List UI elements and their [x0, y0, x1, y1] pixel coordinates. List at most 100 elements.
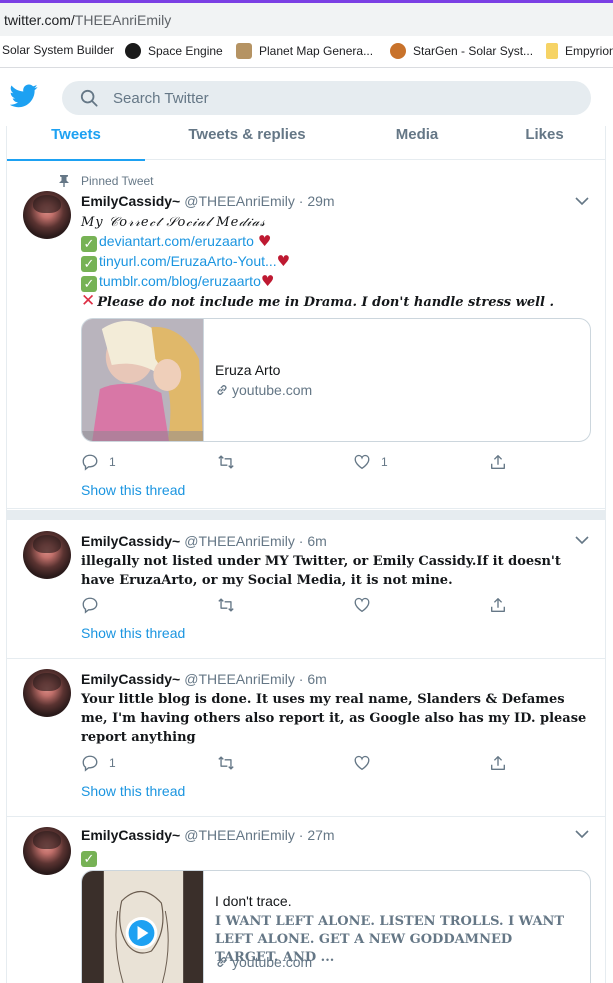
- tweet-timestamp[interactable]: · 6m: [299, 533, 327, 549]
- url-text[interactable]: twitter.com/THEEAnriEmily: [4, 12, 171, 28]
- tweet-actions: [81, 596, 521, 616]
- heart-icon: [354, 597, 370, 613]
- reply-count: 1: [109, 756, 116, 770]
- avatar[interactable]: [23, 191, 71, 239]
- user-handle[interactable]: @THEEAnriEmily: [184, 671, 295, 687]
- stargen-icon: [390, 43, 406, 59]
- avatar[interactable]: [23, 827, 71, 875]
- heart-icon: [354, 755, 370, 771]
- bookmark-label: Solar System Builder: [2, 43, 115, 57]
- heart-emoji-icon: ♥: [276, 252, 291, 270]
- tab-tweets-and-replies[interactable]: Tweets & replies: [167, 126, 327, 160]
- tweet[interactable]: EmilyCassidy~ @THEEAnriEmily · 6m illegal…: [7, 520, 605, 659]
- share-icon: [491, 598, 505, 612]
- tab-tweets[interactable]: Tweets: [7, 126, 145, 161]
- avatar[interactable]: [23, 531, 71, 579]
- tab-likes[interactable]: Likes: [497, 126, 592, 160]
- search-input[interactable]: [113, 81, 573, 115]
- share-button[interactable]: [489, 453, 507, 471]
- tweet-text: Your little blog is done. It uses my rea…: [81, 692, 587, 745]
- tweet-pinned[interactable]: Pinned Tweet EmilyCassidy~ @THEEAnriEmily…: [7, 161, 605, 509]
- retweet-button[interactable]: [217, 754, 235, 772]
- reply-icon: [82, 755, 98, 772]
- tweet-header: EmilyCassidy~ @THEEAnriEmily · 27m: [81, 827, 335, 843]
- bookmark-label: Space Engine: [148, 44, 223, 58]
- card-domain: youtube.com: [215, 382, 312, 398]
- tweet-timestamp[interactable]: · 6m: [299, 671, 327, 687]
- like-button[interactable]: [353, 596, 371, 614]
- retweet-icon: [218, 455, 234, 469]
- bookmark-empyrion[interactable]: Empyrion: [546, 43, 613, 59]
- display-name[interactable]: EmilyCassidy~: [81, 193, 180, 209]
- reply-button[interactable]: 1: [81, 453, 116, 471]
- pin-icon: [59, 175, 69, 187]
- display-name[interactable]: EmilyCassidy~: [81, 827, 180, 843]
- tweet-header: EmilyCassidy~ @THEEAnriEmily · 6m: [81, 533, 327, 549]
- reply-count: 1: [109, 455, 116, 469]
- search-icon: [80, 89, 98, 107]
- bookmark-label: StarGen - Solar Syst...: [413, 44, 534, 58]
- user-handle[interactable]: @THEEAnriEmily: [184, 533, 295, 549]
- tweet-header: EmilyCassidy~ @THEEAnriEmily · 29m: [81, 193, 335, 209]
- user-handle[interactable]: @THEEAnriEmily: [184, 193, 295, 209]
- like-button[interactable]: 1: [353, 453, 388, 471]
- bookmark-solar-system-builder[interactable]: Solar System Builder: [2, 43, 114, 57]
- tweet[interactable]: EmilyCassidy~ @THEEAnriEmily · 6m Your li…: [7, 659, 605, 817]
- reply-button[interactable]: [81, 596, 99, 614]
- card-title: I don't trace.: [215, 893, 292, 909]
- tab-media[interactable]: Media: [362, 126, 472, 160]
- card-thumbnail: [82, 319, 204, 441]
- tab-label: Media: [395, 126, 439, 143]
- reply-icon: [82, 454, 98, 471]
- chevron-down-icon[interactable]: [575, 536, 589, 545]
- check-mark-icon: ✓: [81, 256, 97, 272]
- tumblr-link[interactable]: tumblr.com/blog/eruzaarto: [99, 273, 261, 289]
- bookmark-planet-map-generator[interactable]: Planet Map Genera...: [236, 43, 373, 59]
- user-handle[interactable]: @THEEAnriEmily: [184, 827, 295, 843]
- like-button[interactable]: [353, 754, 371, 772]
- twitter-header: [0, 68, 613, 126]
- video-link-card[interactable]: I don't trace. I WANT LEFT ALONE. LISTEN…: [81, 870, 591, 983]
- bookmarks-bar: Solar System Builder Space Engine Planet…: [0, 36, 613, 68]
- tweet[interactable]: EmilyCassidy~ @THEEAnriEmily · 27m ✓ I do…: [7, 817, 605, 983]
- tweet-timestamp[interactable]: · 29m: [299, 193, 335, 209]
- chevron-down-icon[interactable]: [575, 830, 589, 839]
- chevron-down-icon[interactable]: [575, 197, 589, 206]
- tweet-line-heading: 𝑀𝑦 𝒞𝑜𝓇𝓇𝑒𝒸𝓉 𝒮𝑜𝒸𝒾𝒶𝓁 𝑀𝑒𝒹𝒾𝒶𝓈: [81, 215, 266, 230]
- show-thread-link[interactable]: Show this thread: [81, 482, 185, 498]
- twitter-bird-icon[interactable]: [10, 84, 38, 108]
- retweet-button[interactable]: [217, 596, 235, 614]
- card-title: Eruza Arto: [215, 362, 281, 378]
- bookmark-space-engine[interactable]: Space Engine: [125, 43, 223, 59]
- display-name[interactable]: EmilyCassidy~: [81, 533, 180, 549]
- deviantart-link[interactable]: deviantart.com/eruzaarto: [99, 233, 254, 249]
- link-card[interactable]: Eruza Arto youtube.com: [81, 318, 591, 442]
- show-thread-link[interactable]: Show this thread: [81, 783, 185, 799]
- share-button[interactable]: [489, 596, 507, 614]
- planet-map-icon: [236, 43, 252, 59]
- tweet-warning-row: ✕ Please do not include me in Drama. I do…: [81, 292, 591, 312]
- display-name[interactable]: EmilyCassidy~: [81, 671, 180, 687]
- check-mark-icon: ✓: [81, 276, 97, 292]
- show-thread-link[interactable]: Show this thread: [81, 625, 185, 641]
- reply-button[interactable]: 1: [81, 754, 116, 772]
- bookmark-stargen[interactable]: StarGen - Solar Syst...: [390, 43, 533, 59]
- heart-emoji-icon: ♥: [260, 272, 275, 290]
- thread-separator: [7, 510, 605, 520]
- address-bar[interactable]: twitter.com/THEEAnriEmily: [0, 0, 613, 36]
- search-box[interactable]: [62, 81, 591, 115]
- avatar[interactable]: [23, 669, 71, 717]
- tweet-header: EmilyCassidy~ @THEEAnriEmily · 6m: [81, 671, 327, 687]
- bookmark-label: Empyrion: [565, 44, 613, 58]
- tweet-link-row: ✓ deviantart.com/eruzaarto ♥: [81, 232, 591, 252]
- tab-label: Tweets & replies: [188, 126, 306, 143]
- tweet-timestamp[interactable]: · 27m: [299, 827, 335, 843]
- share-button[interactable]: [489, 754, 507, 772]
- retweet-button[interactable]: [217, 453, 235, 471]
- retweet-icon: [218, 598, 234, 612]
- heart-emoji-icon: ♥: [257, 232, 272, 250]
- pinned-text: Pinned Tweet: [81, 174, 154, 188]
- retweet-icon: [218, 756, 234, 770]
- youtube-link[interactable]: tinyurl.com/EruzaArto-Yout...: [99, 253, 277, 269]
- link-icon: [217, 385, 227, 395]
